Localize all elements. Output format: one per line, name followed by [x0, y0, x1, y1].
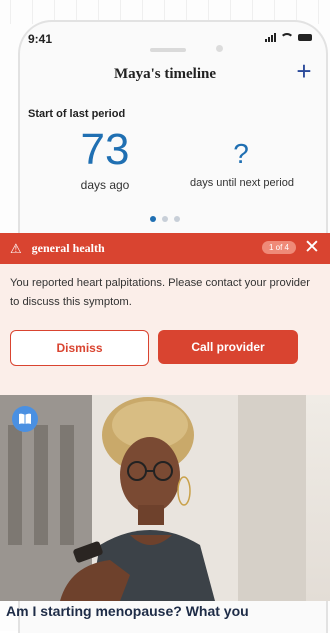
carousel-dot[interactable]	[174, 216, 180, 222]
alert-title: general health	[31, 241, 105, 255]
warning-icon: ⚠	[10, 240, 22, 256]
close-icon[interactable]: ✕	[302, 237, 322, 259]
call-provider-button[interactable]: Call provider	[158, 330, 298, 364]
book-icon-glyph	[19, 413, 31, 424]
carousel-dot[interactable]	[162, 216, 168, 222]
wifi-icon	[280, 33, 294, 42]
alert-header: ⚠ general health 1 of 4 ✕	[0, 233, 330, 264]
days-until-value: ?	[233, 138, 249, 169]
status-time: 9:41	[28, 32, 53, 46]
add-button[interactable]: +	[290, 58, 318, 86]
camera-dot	[216, 45, 223, 52]
signal-icon	[265, 33, 276, 42]
dismiss-button[interactable]: Dismiss	[10, 330, 149, 366]
alert-body: You reported heart palpitations. Please …	[0, 264, 330, 395]
days-ago-value: 73	[80, 125, 130, 174]
alert-counter-badge: 1 of 4	[261, 241, 296, 254]
days-until-label: days until next period	[190, 177, 294, 189]
alert-message: You reported heart palpitations. Please …	[10, 277, 310, 308]
days-ago-label: days ago	[80, 178, 130, 192]
article-title[interactable]: Am I starting menopause? What you	[6, 603, 326, 619]
carousel-indicator[interactable]	[0, 216, 330, 222]
speaker-grille	[150, 48, 186, 52]
battery-icon	[298, 34, 312, 41]
book-icon	[12, 406, 38, 432]
carousel-dot-active[interactable]	[150, 216, 156, 222]
page-title: Maya's timeline	[113, 66, 217, 82]
last-period-label: Start of last period	[28, 108, 126, 120]
article-photo-illustration	[0, 395, 306, 601]
article-image[interactable]	[0, 395, 330, 601]
status-icons	[265, 33, 312, 42]
